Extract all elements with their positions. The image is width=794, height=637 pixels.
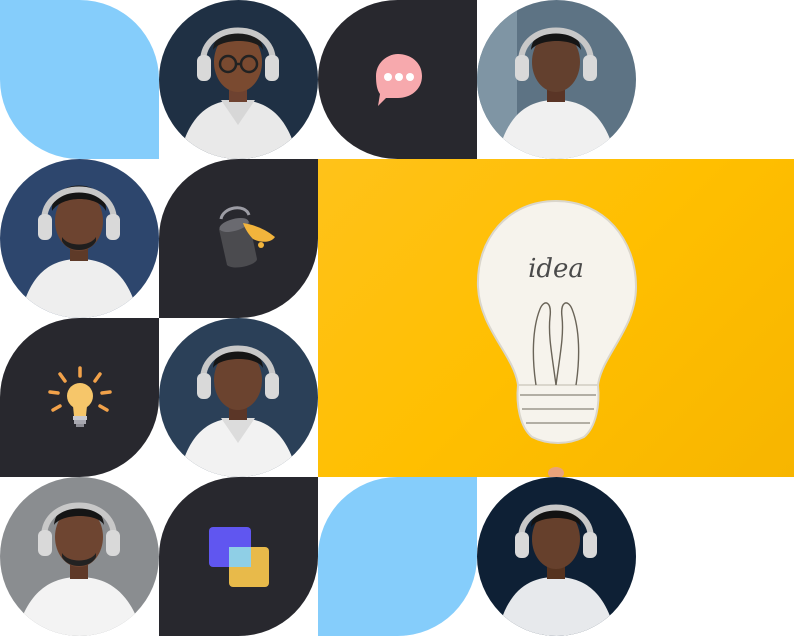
- light-bulb-icon: [47, 365, 112, 427]
- avatar-person-glasses: [159, 0, 318, 159]
- paint-bucket-icon: [218, 205, 275, 267]
- bulb-tile: [0, 318, 159, 477]
- idea-light-bulb-icon: idea: [476, 199, 638, 477]
- person-headphones-glasses-icon: [159, 0, 318, 159]
- paint-tile: [159, 159, 318, 318]
- layers-tile: [159, 477, 318, 636]
- chat-bubble-icon: [375, 53, 422, 106]
- avatar-person: [0, 477, 159, 636]
- chat-tile: [318, 0, 477, 159]
- person-headphones-icon: [159, 318, 318, 477]
- avatar-person: [159, 318, 318, 477]
- hero-idea-image: idea: [318, 159, 794, 477]
- person-headphones-icon: [477, 477, 636, 636]
- avatar-person: [0, 159, 159, 318]
- person-headphones-icon: [0, 477, 159, 636]
- avatar-person: [477, 477, 636, 636]
- person-headphones-icon: [0, 159, 159, 318]
- blue-leaf-shape: [0, 0, 159, 159]
- person-headphones-icon: [477, 0, 636, 159]
- blue-leaf-shape: [318, 477, 477, 636]
- avatar-person: [477, 0, 636, 159]
- idea-handwriting: idea: [528, 254, 584, 284]
- collage-grid: idea: [0, 0, 794, 637]
- layers-icon: [208, 526, 269, 587]
